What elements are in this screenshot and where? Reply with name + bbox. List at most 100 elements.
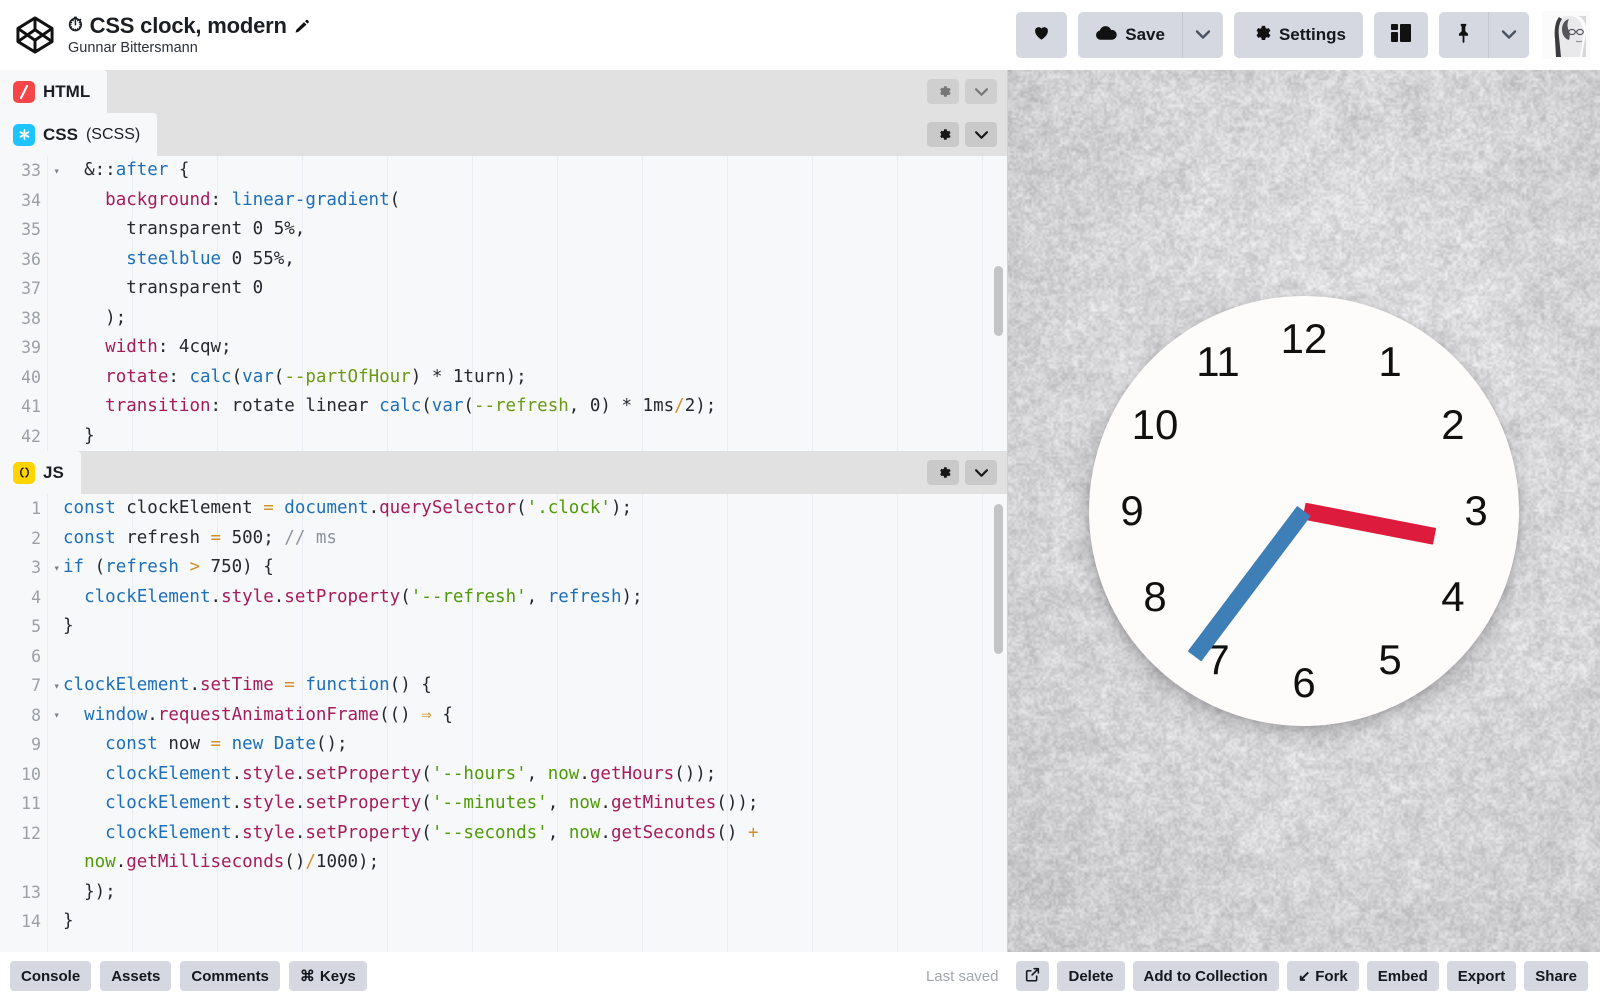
- line-number: 14: [21, 912, 41, 931]
- css-code-editor[interactable]: 33 ▾ &::after {34 background: linear-grad…: [0, 156, 1007, 451]
- footer-button-label: Fork: [1315, 967, 1348, 985]
- footer-button-label: Export: [1457, 967, 1506, 985]
- js-settings-button[interactable]: [927, 460, 959, 485]
- tab-js[interactable]: JS: [0, 451, 81, 494]
- editor-header-html: HTML: [0, 70, 1007, 113]
- settings-button[interactable]: Settings: [1233, 12, 1363, 58]
- code-line-text: clockElement.style.setProperty('--hours'…: [105, 763, 717, 784]
- css-collapse-button[interactable]: [965, 122, 997, 147]
- clock-numeral: 9: [1120, 487, 1144, 534]
- js-code-editor[interactable]: 1 const clockElement = document.querySele…: [0, 494, 1007, 952]
- love-button[interactable]: [1016, 12, 1068, 58]
- line-number: 39: [21, 338, 41, 357]
- code-line-text: }: [63, 616, 74, 636]
- footer-button-label: Assets: [111, 967, 161, 985]
- preview-pane[interactable]: 12 1 2 3 4 5 6 7 8 9 10 11: [1007, 70, 1600, 952]
- pin-dropdown-button[interactable]: [1488, 12, 1529, 58]
- code-line: 13 });: [0, 878, 1007, 908]
- css-settings-button[interactable]: [927, 122, 959, 147]
- pen-author[interactable]: Gunnar Bittersmann: [68, 40, 310, 56]
- editor-column: HTML CSS (SCSS) 33 ▾ &::after {34 backg…: [0, 70, 1007, 952]
- fold-arrow-icon[interactable]: ▾: [53, 562, 60, 573]
- fold-arrow-icon[interactable]: ▾: [53, 680, 60, 691]
- code-line: 14}: [0, 907, 1007, 937]
- code-line: 5}: [0, 612, 1007, 642]
- html-collapse-button[interactable]: [965, 79, 997, 104]
- fold-arrow-icon[interactable]: ▾: [53, 710, 60, 721]
- pin-button-group: [1439, 12, 1529, 58]
- footer-button-comments[interactable]: Comments: [180, 961, 280, 991]
- line-number: 5: [31, 617, 41, 636]
- fold-arrow-icon[interactable]: ▾: [53, 165, 60, 176]
- line-number: 35: [21, 220, 41, 239]
- code-line-text: clockElement.style.setProperty('--minute…: [105, 793, 759, 813]
- save-dropdown-button[interactable]: [1181, 12, 1223, 58]
- code-line: 39 width: 4cqw;: [0, 333, 1007, 363]
- pencil-icon[interactable]: [294, 18, 310, 34]
- html-settings-button[interactable]: [927, 79, 959, 104]
- js-editor-scrollbar[interactable]: [994, 504, 1003, 654]
- footer-button-label: Keys: [319, 967, 356, 985]
- footer-button-label: Embed: [1377, 967, 1428, 985]
- line-number: 41: [21, 397, 41, 416]
- code-line-text: }: [63, 425, 95, 446]
- footer-button-keys[interactable]: ⌘ Keys: [288, 961, 367, 991]
- layout-panels-icon: [1390, 23, 1412, 48]
- code-line-text: transparent 0 5%,: [63, 219, 306, 239]
- heart-icon: [1032, 23, 1051, 47]
- code-line: 4 clockElement.style.setProperty('--refr…: [0, 583, 1007, 613]
- editor-pane-html: HTML: [0, 70, 1007, 113]
- footer-button-console[interactable]: Console: [10, 961, 92, 991]
- code-line: 34 background: linear-gradient(: [0, 186, 1007, 216]
- editor-header-actions-css: [927, 113, 1007, 156]
- code-line: 41 transition: rotate linear calc(var(--…: [0, 392, 1007, 422]
- pen-title-text[interactable]: CSS clock, modern: [90, 13, 287, 38]
- tab-css[interactable]: CSS (SCSS): [0, 113, 158, 156]
- footer-button-label: Console: [21, 967, 81, 985]
- line-number: 13: [21, 882, 41, 902]
- line-number: 37: [21, 279, 41, 298]
- bottom-right-button-group: Delete Add to Collection ↘ Fork Embed Export S…: [1016, 961, 1588, 991]
- footer-button-add-to-collection[interactable]: Add to Collection: [1132, 961, 1279, 991]
- chevron-down-icon: [1501, 25, 1517, 45]
- code-line: 42 }: [0, 422, 1007, 452]
- clock-numeral: 3: [1464, 487, 1488, 534]
- footer-button-embed[interactable]: Embed: [1366, 961, 1439, 991]
- code-line-text: clockElement.style.setProperty('--second…: [105, 822, 759, 843]
- codepen-logo-icon[interactable]: [14, 14, 56, 56]
- main-area: HTML CSS (SCSS) 33 ▾ &::after {34 backg…: [0, 70, 1600, 952]
- editor-header-css: CSS (SCSS): [0, 113, 1007, 156]
- save-button[interactable]: Save: [1078, 12, 1182, 58]
- stopwatch-icon: ⏱: [68, 14, 83, 36]
- chevron-down-icon: [1195, 25, 1211, 45]
- footer-button-share[interactable]: Share: [1524, 961, 1588, 991]
- clock-numeral: 6: [1292, 659, 1316, 706]
- line-number: 6: [31, 646, 41, 666]
- footer-button-fork[interactable]: ↘ Fork: [1286, 961, 1359, 991]
- js-collapse-button[interactable]: [965, 460, 997, 485]
- open-external-button[interactable]: [1016, 961, 1050, 991]
- line-number: 3 ▾: [31, 558, 60, 577]
- clock-numeral: 12: [1280, 315, 1328, 362]
- avatar[interactable]: [1542, 11, 1590, 59]
- code-line: 8 ▾ window.requestAnimationFrame(() ⇒ {: [0, 701, 1007, 731]
- footer-button-assets[interactable]: Assets: [100, 961, 172, 991]
- footer-button-label: Delete: [1068, 967, 1114, 985]
- code-line-text: now.getMilliseconds()/1000);: [84, 852, 380, 872]
- layout-toggle-button[interactable]: [1374, 12, 1428, 58]
- code-line: 11 clockElement.style.setProperty('--min…: [0, 789, 1007, 819]
- code-line: 7 ▾ clockElement.setTime = function() {: [0, 671, 1007, 701]
- code-line: 37 transparent 0: [0, 274, 1007, 304]
- editor-pane-js: JS 1 const clockElement = document.queryS…: [0, 451, 1007, 952]
- code-line: 1 const clockElement = document.querySele…: [0, 494, 1007, 524]
- line-number: 12: [21, 823, 41, 843]
- tab-html[interactable]: HTML: [0, 70, 108, 113]
- footer-button-delete[interactable]: Delete: [1057, 961, 1125, 991]
- bottom-left-actions: Console Assets Comments ⌘ Keys: [10, 961, 367, 991]
- code-line-text: }: [63, 911, 74, 931]
- fork-icon: ↘: [1297, 968, 1311, 985]
- tab-css-label: CSS: [43, 124, 78, 144]
- pin-button[interactable]: [1439, 12, 1488, 58]
- footer-button-export[interactable]: Export: [1446, 961, 1517, 991]
- css-editor-scrollbar[interactable]: [994, 266, 1003, 336]
